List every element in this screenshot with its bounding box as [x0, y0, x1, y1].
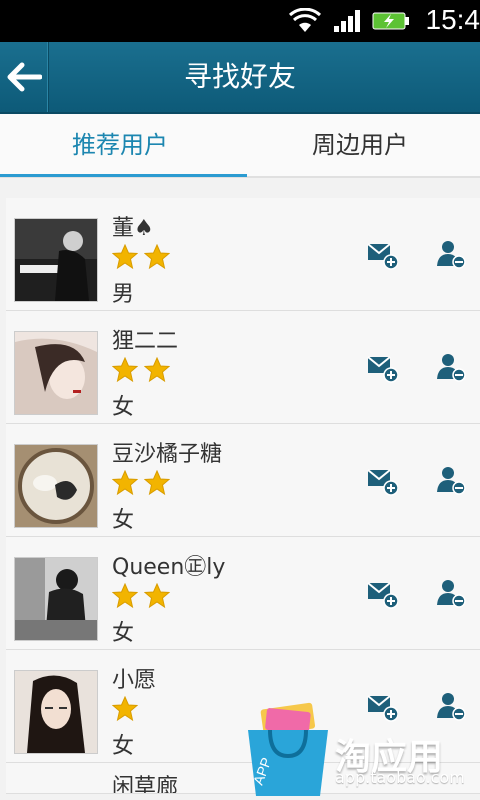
- star-icon: [144, 583, 170, 609]
- star-icon: [112, 696, 138, 722]
- list-item[interactable]: 豆沙橘子糖 女: [6, 424, 480, 537]
- user-rating: [112, 244, 170, 270]
- star-icon: [144, 244, 170, 270]
- battery-charging-icon: [372, 12, 409, 30]
- status-bar: 15:4: [0, 0, 480, 42]
- title-bar: 寻找好友: [0, 42, 480, 114]
- avatar: [14, 670, 98, 754]
- signal-icon: [334, 10, 360, 32]
- star-icon: [112, 470, 138, 496]
- page-title: 寻找好友: [183, 60, 296, 93]
- send-message-icon[interactable]: [366, 464, 398, 496]
- taobao-app-watermark: APP 淘应用 app.taobao.com: [240, 700, 480, 800]
- avatar: [14, 331, 98, 415]
- user-gender: 女: [112, 734, 135, 759]
- user-name: 董♠: [112, 216, 154, 241]
- user-rating: [112, 696, 138, 722]
- user-name: Queen㊣ly: [112, 555, 226, 580]
- user-name: 豆沙橘子糖: [112, 442, 223, 467]
- tab-bar: 推荐用户 周边用户: [0, 114, 480, 178]
- user-name: 狸二二: [112, 329, 179, 354]
- watermark-url: app.taobao.com: [335, 768, 465, 787]
- avatar: [14, 444, 98, 528]
- status-icons: [288, 8, 410, 34]
- list-item[interactable]: 董♠ 男: [6, 198, 480, 311]
- avatar: [14, 218, 98, 302]
- shopping-bag-icon: APP: [248, 702, 328, 796]
- user-gender: 男: [112, 282, 135, 307]
- star-icon: [144, 470, 170, 496]
- star-icon: [144, 357, 170, 383]
- list-item[interactable]: Queen㊣ly 女: [6, 537, 480, 650]
- list-item[interactable]: 狸二二 女: [6, 311, 480, 424]
- tab-recommended-users[interactable]: 推荐用户: [0, 114, 240, 176]
- avatar: [14, 557, 98, 641]
- active-tab-indicator: [0, 174, 247, 177]
- remove-friend-icon[interactable]: [434, 464, 466, 496]
- status-time: 15:4: [425, 4, 480, 35]
- user-gender: 女: [112, 508, 135, 533]
- user-gender: 女: [112, 395, 135, 420]
- user-name: 闲草廊: [112, 775, 179, 794]
- star-icon: [112, 357, 138, 383]
- wifi-icon: [288, 8, 322, 32]
- send-message-icon[interactable]: [366, 351, 398, 383]
- user-rating: [112, 470, 170, 496]
- user-gender: 女: [112, 621, 135, 646]
- remove-friend-icon[interactable]: [434, 351, 466, 383]
- remove-friend-icon[interactable]: [434, 577, 466, 609]
- user-name: 小愿: [112, 668, 157, 693]
- user-rating: [112, 583, 170, 609]
- send-message-icon[interactable]: [366, 238, 398, 270]
- send-message-icon[interactable]: [366, 577, 398, 609]
- star-icon: [112, 244, 138, 270]
- star-icon: [112, 583, 138, 609]
- tab-nearby-users[interactable]: 周边用户: [240, 114, 480, 176]
- remove-friend-icon[interactable]: [434, 238, 466, 270]
- user-rating: [112, 357, 170, 383]
